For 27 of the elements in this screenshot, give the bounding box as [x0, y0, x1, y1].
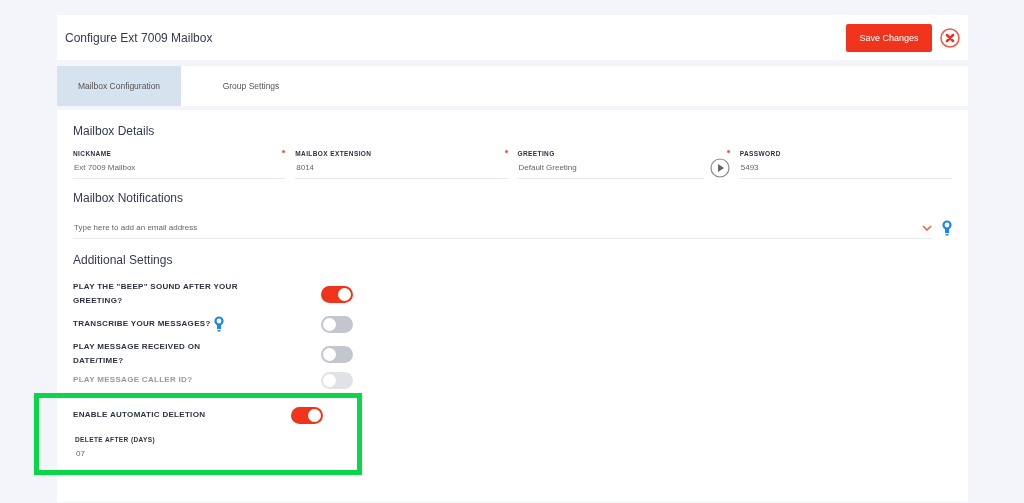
email-field[interactable]: Type here to add an email address — [73, 217, 922, 238]
window-title: Configure Ext 7009 Mailbox — [65, 30, 213, 45]
tab[interactable]: Mailbox Configuration — [57, 66, 181, 106]
input-field[interactable]: 5493 — [739, 157, 952, 179]
setting-label: ENABLE AUTOMATIC DELETION — [73, 409, 206, 421]
input-field[interactable]: 8014 — [295, 157, 508, 179]
setting-label: PLAY THE "BEEP" SOUND AFTER YOUR GREETING? — [73, 281, 239, 307]
setting-label: PLAY MESSAGE RECEIVED ON DATE/TIME? — [73, 341, 202, 367]
section-heading: Additional Settings — [73, 253, 174, 267]
toggle-switch[interactable] — [321, 371, 353, 389]
section-heading: Mailbox Details — [73, 124, 156, 138]
toggle-switch[interactable] — [321, 285, 353, 303]
close-icon[interactable] — [940, 27, 960, 48]
setting-label: TRANSCRIBE YOUR MESSAGES? — [73, 318, 211, 330]
input-field[interactable]: 07 — [75, 443, 227, 464]
toggle-switch[interactable] — [321, 315, 353, 333]
input-field[interactable]: Ext 7009 Mailbox — [73, 157, 286, 179]
setting-label: PLAY MESSAGE CALLER ID? — [73, 374, 193, 386]
input-field[interactable]: Default Greeting — [517, 157, 704, 179]
play-icon[interactable] — [709, 158, 730, 178]
toggle-switch[interactable] — [321, 345, 353, 363]
toggle-switch[interactable] — [291, 406, 323, 424]
chevron-down-icon[interactable] — [922, 224, 932, 231]
save-button[interactable]: Save Changes — [846, 23, 932, 52]
lightbulb-icon[interactable] — [942, 220, 952, 236]
lightbulb-icon[interactable] — [213, 316, 224, 332]
section-heading: Mailbox Notifications — [73, 191, 185, 205]
